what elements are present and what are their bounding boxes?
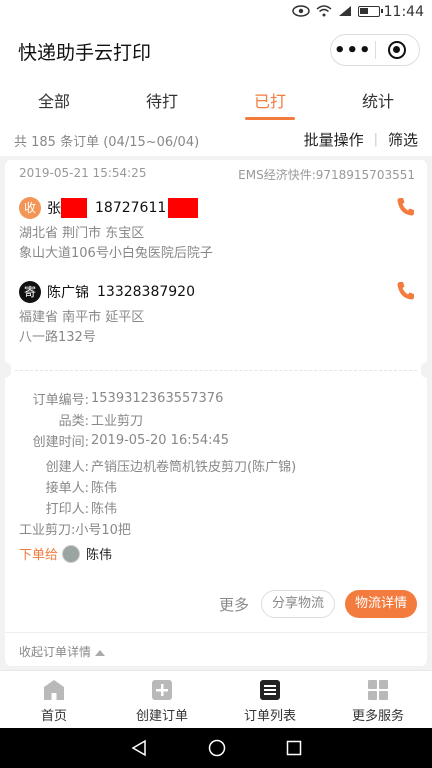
receiver-badge: 收 — [19, 197, 41, 219]
system-nav-bar — [0, 728, 432, 768]
nav-more-services[interactable]: 更多服务 — [324, 671, 432, 728]
call-receiver-phone-icon[interactable] — [395, 196, 415, 218]
order-card: 2019-05-21 15:54:25 EMS经济快件:971891570355… — [0, 160, 432, 666]
target-icon — [388, 41, 407, 59]
home-circle-icon[interactable] — [208, 739, 226, 757]
detail-row-creator: 创建人: 产销压边机卷筒机铁皮剪刀(陈广锦) — [19, 455, 415, 476]
detail-row-order-no: 订单编号: 1539312363557376 — [32, 391, 224, 408]
nav-create-order[interactable]: 创建订单 — [108, 671, 216, 728]
order-datetime: 2019-05-21 15:54:25 — [19, 166, 147, 180]
nav-home[interactable]: 首页 — [0, 671, 108, 728]
card-notch-right — [421, 362, 432, 378]
nav-home-label: 首页 — [40, 709, 67, 724]
sender-block: 寄 陈广锦 13328387920 福建省 南平市 延平区 八一路132号 — [19, 280, 415, 348]
tracking-number: EMS经济快件:9718915703551 — [238, 168, 415, 182]
actions-divider: | — [373, 132, 378, 147]
back-icon[interactable] — [130, 739, 148, 757]
order-tabs: 全部 待打 已打 统计 — [0, 76, 432, 122]
order-count: 共 185 条订单 (04/15~06/04) — [14, 135, 200, 150]
list-icon — [260, 680, 280, 700]
grid-icon — [368, 680, 388, 700]
nav-order-list-label: 订单列表 — [243, 709, 296, 724]
receiver-address: 湖北省 荆门市 东宝区 象山大道106号小白兔医院后院子 — [19, 224, 415, 264]
order-creator: 产销压边机卷筒机铁皮剪刀(陈广锦) — [91, 460, 297, 475]
eye-icon — [292, 5, 310, 17]
miniprogram-capsule: ••• — [330, 34, 420, 66]
order-category: 工业剪刀 — [91, 414, 144, 429]
app-title: 快递助手云打印 — [18, 42, 152, 64]
clock: 11:44 — [383, 4, 424, 20]
order-item-line: 工业剪刀:小号10把 — [19, 523, 131, 538]
assigned-label: 下单给 — [19, 548, 59, 563]
nav-create-order-label: 创建订单 — [135, 709, 188, 724]
sender-address-line1: 福建省 南平市 延平区 — [19, 310, 145, 325]
wifi-icon — [316, 5, 332, 17]
order-card-header: 2019-05-21 15:54:25 EMS经济快件:971891570355… — [19, 166, 415, 183]
detail-row-created: 创建时间: 2019-05-20 16:54:45 — [32, 433, 230, 450]
bottom-nav: 首页 创建订单 订单列表 更多服务 — [0, 670, 432, 728]
card-divider — [15, 370, 417, 371]
app-titlebar: 快递助手云打印 ••• — [0, 26, 432, 76]
status-icons — [292, 5, 383, 17]
home-icon — [44, 680, 64, 700]
more-menu-icon[interactable]: ••• — [331, 40, 375, 61]
status-bar: 11:44 — [0, 0, 432, 26]
plus-square-icon — [152, 680, 172, 700]
assigned-to: 下单给 陈伟 — [19, 544, 112, 563]
order-details: 订单编号: 1539312363557376 品类: 工业剪刀 创建时间: 20… — [19, 388, 415, 544]
receiver-address-line1: 湖北省 荆门市 东宝区 — [19, 226, 145, 241]
card-notch-left — [0, 362, 11, 378]
receiver-name: 张 — [47, 201, 61, 217]
tab-pending[interactable]: 待打 — [108, 76, 216, 122]
nav-more-services-label: 更多服务 — [351, 709, 404, 724]
redaction-mark — [168, 198, 199, 218]
detail-row-printer: 打印人: 陈伟 — [19, 497, 415, 518]
redaction-mark — [61, 198, 87, 218]
order-summary-bar: 共 185 条订单 (04/15~06/04) 批量操作 | 筛选 — [0, 122, 432, 156]
assigned-user: 陈伟 — [86, 548, 113, 563]
order-number: 1539312363557376 — [91, 391, 224, 406]
nav-order-list[interactable]: 订单列表 — [216, 671, 324, 728]
call-sender-phone-icon[interactable] — [395, 280, 415, 302]
receiver-row: 收 张 18727611 — [19, 196, 415, 220]
detail-row-receiver: 接单人: 陈伟 — [19, 476, 415, 497]
receiver-block: 收 张 18727611 湖北省 荆门市 东宝区 象山大道106号小白兔医院后院… — [19, 196, 415, 264]
signal-icon — [339, 6, 351, 16]
battery-icon — [358, 5, 383, 17]
receiver-phone: 18727611 — [95, 200, 167, 216]
detail-row-category: 品类: 工业剪刀 — [19, 409, 415, 430]
receiver-address-line2: 象山大道106号小白兔医院后院子 — [19, 246, 213, 261]
sender-phone: 13328387920 — [97, 284, 195, 300]
avatar — [62, 544, 81, 563]
sender-address: 福建省 南平市 延平区 八一路132号 — [19, 308, 415, 348]
sender-name: 陈广锦 — [47, 285, 89, 301]
collapse-label: 收起订单详情 — [19, 645, 92, 659]
sender-row: 寄 陈广锦 13328387920 — [19, 280, 415, 304]
more-button[interactable]: 更多 — [219, 594, 249, 615]
close-miniprogram-button[interactable] — [375, 41, 419, 59]
recents-icon[interactable] — [286, 740, 302, 756]
order-created-time: 2019-05-20 16:54:45 — [91, 433, 230, 448]
summary-actions: 批量操作 | 筛选 — [304, 129, 418, 150]
filter-button[interactable]: 筛选 — [388, 129, 418, 150]
logistics-detail-button[interactable]: 物流详情 — [344, 590, 417, 618]
order-taker: 陈伟 — [91, 481, 118, 496]
batch-action-button[interactable]: 批量操作 — [304, 129, 364, 150]
sender-badge: 寄 — [19, 281, 41, 303]
tab-stats[interactable]: 统计 — [324, 76, 432, 122]
tab-printed[interactable]: 已打 — [216, 76, 324, 122]
share-logistics-button[interactable]: 分享物流 — [260, 590, 335, 618]
order-actions: 更多 分享物流 物流详情 — [219, 590, 417, 618]
order-printer: 陈伟 — [91, 502, 118, 517]
tab-all[interactable]: 全部 — [0, 76, 108, 122]
caret-up-icon — [95, 649, 106, 656]
sender-address-line2: 八一路132号 — [19, 330, 96, 345]
collapse-details-toggle[interactable]: 收起订单详情 — [5, 632, 427, 670]
